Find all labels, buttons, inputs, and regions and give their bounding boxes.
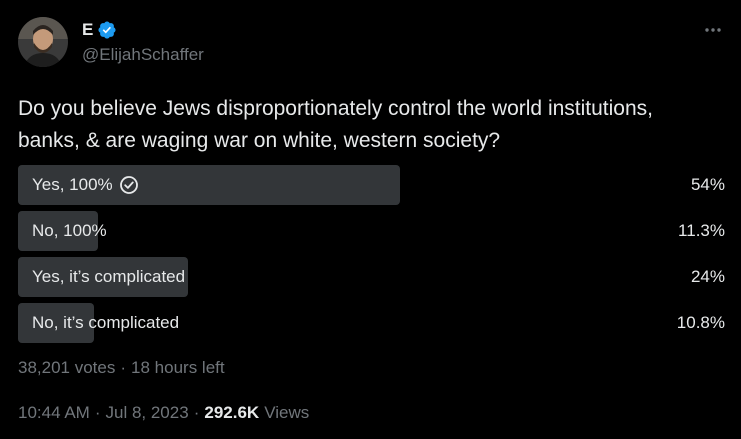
- poll-vote-count: 38,201 votes: [18, 358, 116, 377]
- poll-option-label: Yes, 100%: [32, 175, 113, 194]
- check-circle-icon: [119, 175, 139, 195]
- poll-option-label: No, it’s complicated: [32, 313, 180, 332]
- poll-option-label-row: No, it’s complicated: [32, 303, 179, 343]
- poll-footer: 38,201 votes · 18 hours left: [18, 358, 225, 378]
- poll-option-percent: 11.3%: [678, 221, 725, 240]
- poll: Yes, 100% 54% No, 100% 11.3% Yes, it’s c…: [18, 165, 725, 349]
- author-name-row: E: [82, 19, 117, 41]
- tweet-date[interactable]: Jul 8, 2023: [106, 403, 189, 423]
- author-avatar[interactable]: [18, 17, 68, 67]
- author-handle[interactable]: @ElijahSchaffer: [82, 45, 204, 65]
- poll-option-label-row: No, 100%: [32, 211, 107, 251]
- poll-option[interactable]: No, 100% 11.3%: [18, 211, 725, 251]
- tweet: E @ElijahSchaffer Do you believe Jews di…: [0, 0, 741, 439]
- tweet-meta: 10:44 AM · Jul 8, 2023 · 292.6K Views: [18, 403, 309, 423]
- views-label: Views: [264, 403, 310, 422]
- poll-option[interactable]: No, it’s complicated 10.8%: [18, 303, 725, 343]
- verified-badge-icon[interactable]: [97, 20, 117, 40]
- poll-option-label-row: Yes, it’s complicated: [32, 257, 185, 297]
- tweet-text: Do you believe Jews disproportionately c…: [18, 97, 653, 152]
- poll-option-percent: 24%: [690, 267, 725, 286]
- author-display-name[interactable]: E: [82, 20, 93, 40]
- poll-option-label: No, 100%: [32, 221, 107, 240]
- poll-option-percent: 54%: [690, 175, 725, 194]
- meta-separator: ·: [94, 403, 101, 422]
- more-horizontal-icon[interactable]: [703, 20, 723, 40]
- poll-option[interactable]: Yes, 100% 54%: [18, 165, 725, 205]
- tweet-time[interactable]: 10:44 AM: [18, 403, 90, 423]
- poll-time-left: 18 hours left: [131, 358, 225, 377]
- poll-option-percent: 10.8%: [676, 313, 725, 332]
- meta-separator: ·: [193, 403, 200, 422]
- views-count[interactable]: 292.6K: [204, 403, 259, 423]
- poll-option[interactable]: Yes, it’s complicated 24%: [18, 257, 725, 297]
- poll-footer-separator: ·: [120, 358, 127, 377]
- poll-option-label-row: Yes, 100%: [32, 165, 139, 205]
- avatar-image: [18, 17, 68, 67]
- poll-option-label: Yes, it’s complicated: [32, 267, 186, 286]
